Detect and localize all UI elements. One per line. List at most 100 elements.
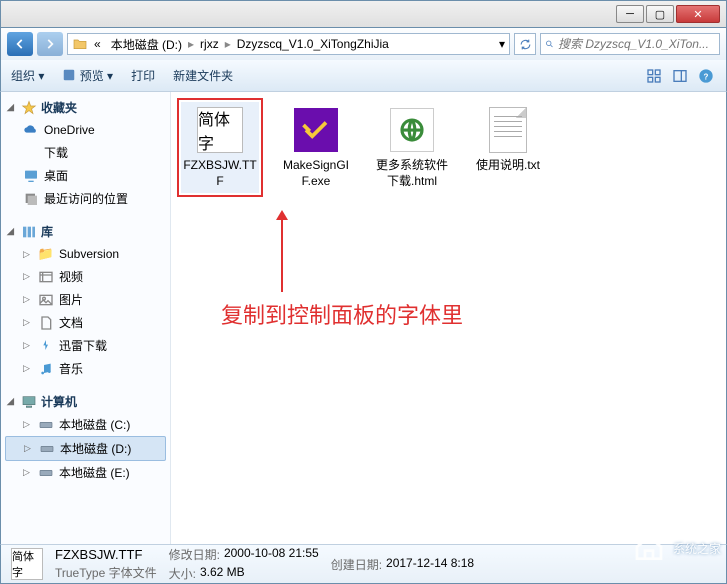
sidebar-item-recent[interactable]: 最近访问的位置: [1, 187, 170, 210]
help-button[interactable]: ?: [696, 66, 716, 86]
annotation-text: 复制到控制面板的字体里: [221, 298, 521, 330]
organize-menu[interactable]: 组织 ▾: [11, 67, 44, 84]
document-icon: [38, 315, 54, 331]
collapse-icon: ◢: [7, 102, 17, 113]
expand-icon[interactable]: ▷: [23, 271, 33, 282]
minimize-button[interactable]: ─: [616, 5, 644, 23]
print-button[interactable]: 打印: [131, 67, 155, 84]
details-created-value: 2017-12-14 8:18: [386, 556, 474, 573]
breadcrumb[interactable]: « 本地磁盘 (D:) ▸ rjxz ▸ Dzyzscq_V1.0_XiTong…: [67, 33, 510, 55]
computer-icon: [21, 394, 37, 410]
sidebar-item-drive-e[interactable]: ▷本地磁盘 (E:): [1, 461, 170, 484]
chevron-right-icon: ▸: [188, 37, 194, 51]
close-button[interactable]: ✕: [676, 5, 720, 23]
dropdown-icon[interactable]: ▾: [499, 37, 505, 51]
sidebar-item-downloads[interactable]: 下载: [1, 141, 170, 164]
sidebar-item-documents[interactable]: ▷文档: [1, 311, 170, 334]
preview-icon: [62, 68, 76, 82]
library-icon: [21, 224, 37, 240]
details-created-label: 创建日期:: [331, 556, 382, 573]
file-item-html[interactable]: 更多系统软件下载.html: [373, 102, 451, 193]
search-box[interactable]: [540, 33, 720, 55]
folder-icon: [72, 36, 88, 52]
exe-file-icon: [294, 108, 338, 152]
back-arrow-icon: [13, 37, 27, 51]
sidebar-item-drive-d[interactable]: ▷本地磁盘 (D:): [5, 436, 166, 461]
maximize-button[interactable]: ▢: [646, 5, 674, 23]
details-filename: FZXBSJW.TTF: [55, 547, 157, 562]
preview-pane-button[interactable]: [670, 66, 690, 86]
view-mode-button[interactable]: [644, 66, 664, 86]
sidebar-item-pictures[interactable]: ▷图片: [1, 288, 170, 311]
expand-icon[interactable]: ▷: [23, 340, 33, 351]
drive-icon: [39, 441, 55, 457]
arrow-icon: [281, 212, 283, 292]
sidebar-favorites-header[interactable]: ◢ 收藏夹: [1, 96, 170, 119]
expand-icon[interactable]: ▷: [23, 419, 33, 430]
annotation-overlay: 复制到控制面板的字体里: [221, 212, 521, 330]
help-icon: ?: [698, 68, 714, 84]
details-modified-label: 修改日期:: [169, 546, 220, 563]
file-label: 更多系统软件下载.html: [375, 158, 449, 189]
expand-icon[interactable]: ▷: [24, 443, 34, 454]
sidebar-item-music[interactable]: ▷音乐: [1, 357, 170, 380]
expand-icon[interactable]: ▷: [23, 317, 33, 328]
breadcrumb-part[interactable]: rjxz: [196, 37, 223, 51]
navbar: « 本地磁盘 (D:) ▸ rjxz ▸ Dzyzscq_V1.0_XiTong…: [0, 28, 727, 60]
search-input[interactable]: [558, 37, 715, 51]
preview-menu[interactable]: 预览 ▾: [62, 67, 113, 84]
sidebar-libraries-header[interactable]: ◢ 库: [1, 220, 170, 243]
sidebar-item-desktop[interactable]: 桌面: [1, 164, 170, 187]
file-item-font[interactable]: 简体字 FZXBSJW.TTF: [181, 102, 259, 193]
breadcrumb-part[interactable]: Dzyzscq_V1.0_XiTongZhiJia: [233, 37, 393, 51]
txt-file-icon: [489, 107, 527, 153]
sidebar-computer-header[interactable]: ◢ 计算机: [1, 390, 170, 413]
sidebar-label: 计算机: [41, 393, 77, 410]
forward-arrow-icon: [43, 37, 57, 51]
new-folder-button[interactable]: 新建文件夹: [173, 67, 233, 84]
picture-icon: [38, 292, 54, 308]
details-filetype: TrueType 字体文件: [55, 564, 157, 581]
sidebar: ◢ 收藏夹 OneDrive 下载 桌面 最近访问的位置 ◢ 库 ▷📁Subve…: [1, 92, 171, 544]
drive-icon: [38, 465, 54, 481]
back-button[interactable]: [7, 32, 33, 56]
music-icon: [38, 361, 54, 377]
svg-text:?: ?: [704, 72, 709, 81]
expand-icon[interactable]: ▷: [23, 249, 33, 260]
expand-icon[interactable]: ▷: [23, 467, 33, 478]
sidebar-label: 库: [41, 223, 53, 240]
file-label: 使用说明.txt: [476, 158, 540, 174]
video-icon: [38, 269, 54, 285]
breadcrumb-part[interactable]: 本地磁盘 (D:): [107, 36, 186, 53]
toolbar: 组织 ▾ 预览 ▾ 打印 新建文件夹 ?: [0, 60, 727, 92]
titlebar: ─ ▢ ✕: [0, 0, 727, 28]
file-item-exe[interactable]: MakeSignGIF.exe: [277, 102, 355, 193]
forward-button[interactable]: [37, 32, 63, 56]
sidebar-item-xunlei[interactable]: ▷迅雷下载: [1, 334, 170, 357]
pane-icon: [672, 68, 688, 84]
expand-icon[interactable]: ▷: [23, 294, 33, 305]
collapse-icon: ◢: [7, 226, 17, 237]
folder-icon: 📁: [38, 246, 54, 262]
search-icon: [545, 37, 554, 51]
sidebar-item-onedrive[interactable]: OneDrive: [1, 119, 170, 141]
sidebar-item-drive-c[interactable]: ▷本地磁盘 (C:): [1, 413, 170, 436]
sidebar-label: 收藏夹: [41, 99, 77, 116]
file-item-txt[interactable]: 使用说明.txt: [469, 102, 547, 178]
chevron-right-icon: ▸: [225, 37, 231, 51]
house-icon: [629, 532, 669, 564]
drive-icon: [38, 417, 54, 433]
breadcrumb-prefix[interactable]: «: [90, 37, 105, 51]
sidebar-item-subversion[interactable]: ▷📁Subversion: [1, 243, 170, 265]
refresh-button[interactable]: [514, 33, 536, 55]
view-icon: [646, 68, 662, 84]
sidebar-item-videos[interactable]: ▷视频: [1, 265, 170, 288]
collapse-icon: ◢: [7, 396, 17, 407]
expand-icon[interactable]: ▷: [23, 363, 33, 374]
details-size-value: 3.62 MB: [200, 565, 245, 582]
star-icon: [21, 100, 37, 116]
file-content-area[interactable]: 简体字 FZXBSJW.TTF MakeSignGIF.exe 更多系统软件下载…: [171, 92, 726, 544]
recent-icon: [23, 191, 39, 207]
details-size-label: 大小:: [169, 565, 196, 582]
details-pane: 简体字 FZXBSJW.TTF TrueType 字体文件 修改日期:2000-…: [0, 544, 727, 584]
